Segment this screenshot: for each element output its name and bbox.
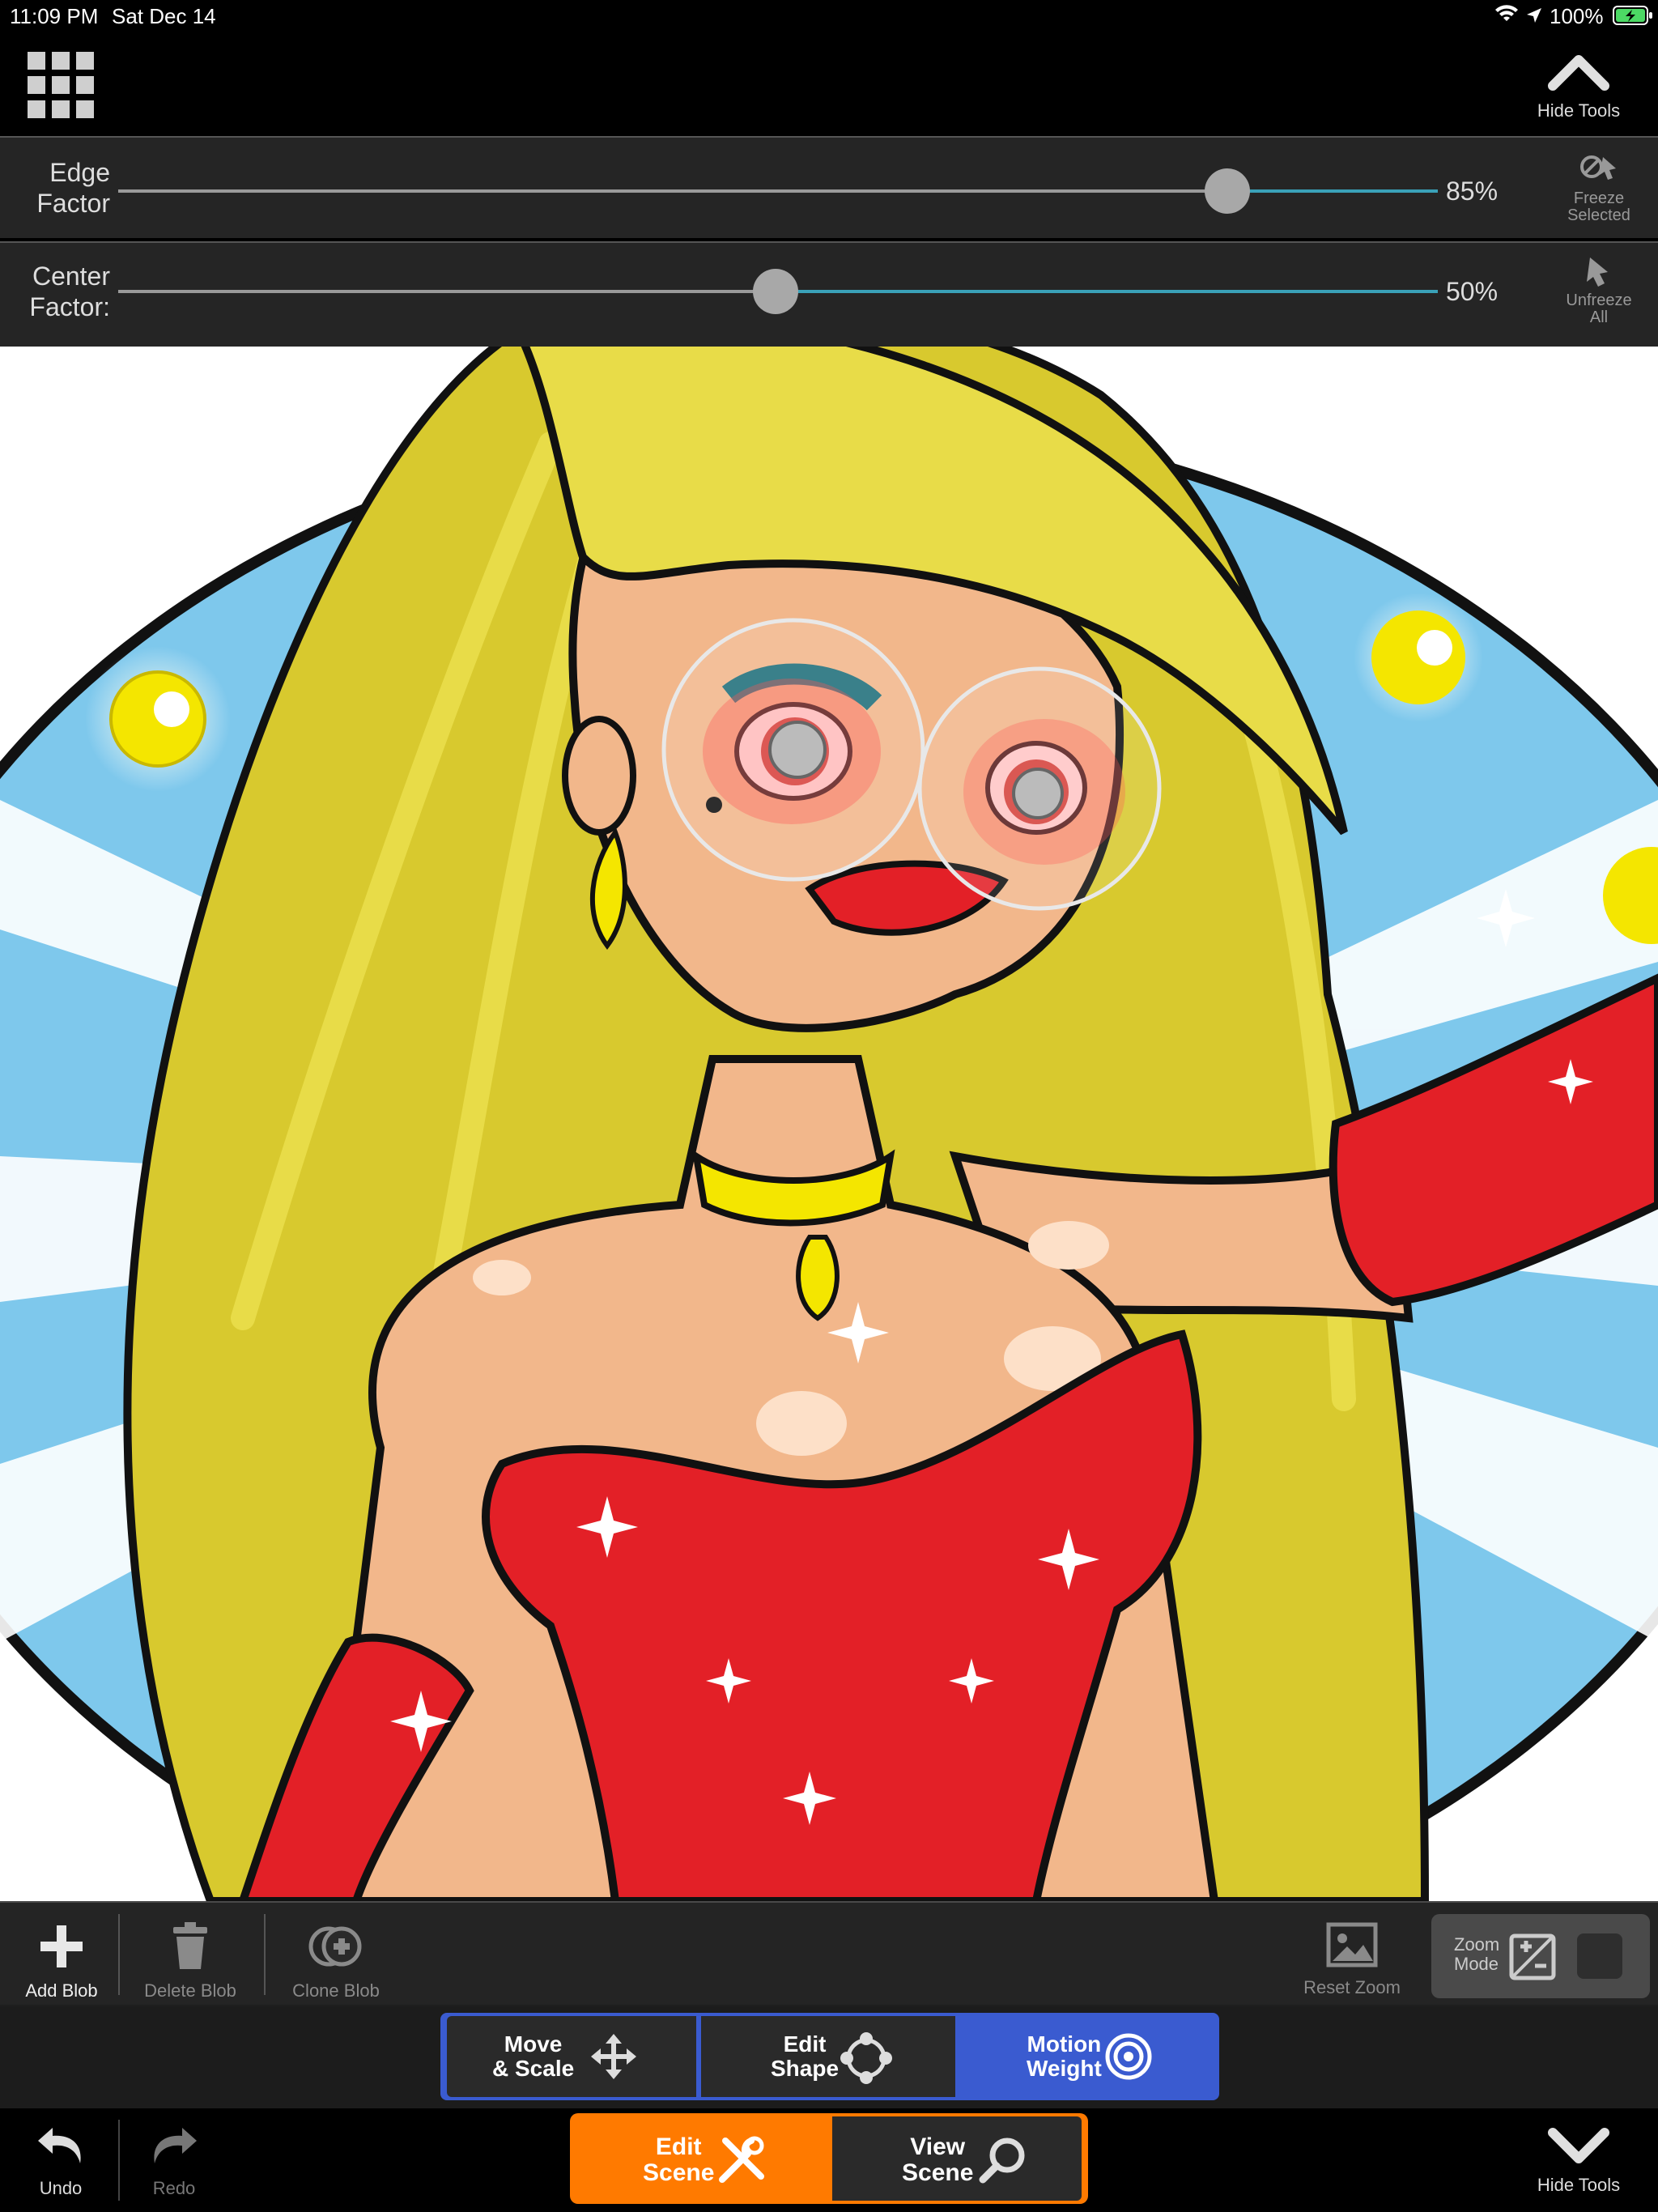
zoom-mode-label: Zoom Mode — [1454, 1934, 1500, 1974]
unfreeze-icon — [1587, 257, 1608, 287]
clone-blob-button[interactable]: Clone Blob — [283, 1922, 389, 2001]
chevron-down-icon — [1548, 2128, 1609, 2163]
tools-icon — [719, 2136, 764, 2183]
edge-factor-row: Edge Factor 85% Freeze Selected — [0, 136, 1658, 238]
redo-label: Redo — [152, 2178, 196, 2198]
bottom-bar: Undo Redo Edit Scene View Scene Hide Tools — [0, 2108, 1658, 2212]
delete-blob-button[interactable]: Delete Blob — [138, 1922, 243, 2001]
redo-icon — [154, 2128, 197, 2163]
delete-blob-label: Delete Blob — [144, 1980, 236, 2001]
center-factor-slider[interactable] — [118, 269, 1438, 314]
scene-canvas[interactable] — [0, 347, 1658, 1901]
edge-factor-label: Edge Factor — [36, 158, 110, 218]
edit-mode-row: Move & Scale Edit Shape Motion Weight — [0, 2005, 1658, 2108]
undo-label: Undo — [39, 2178, 83, 2198]
undo-icon — [38, 2128, 81, 2163]
motion-weight-button[interactable]: Motion Weight — [959, 2016, 1213, 2097]
edit-scene-button[interactable]: Edit Scene — [576, 2116, 829, 2201]
add-blob-button[interactable]: Add Blob — [15, 1922, 108, 2001]
status-bar: 11:09 PM Sat Dec 14 100% — [0, 0, 1658, 32]
battery-icon — [1613, 5, 1653, 32]
move-scale-button[interactable]: Move & Scale — [447, 2016, 696, 2097]
add-blob-label: Add Blob — [25, 1980, 98, 2001]
freeze-selected-button[interactable]: Freeze Selected — [1554, 152, 1643, 224]
zoom-mode-icon — [1509, 1933, 1556, 1980]
center-factor-row: Center Factor: 50% Unfreeze All — [0, 241, 1658, 347]
clone-icon — [308, 1926, 362, 1967]
battery-percent: 100% — [1550, 4, 1604, 28]
hide-tools-bottom-label: Hide Tools — [1537, 2175, 1621, 2195]
edge-factor-slider[interactable] — [118, 168, 1438, 214]
reset-zoom-button[interactable]: Reset Zoom — [1295, 1922, 1409, 1998]
motion-weight-label: Motion Weight — [1027, 2031, 1102, 2081]
hide-tools-top-button[interactable]: Hide Tools — [1522, 52, 1635, 121]
zoom-mode-checkbox[interactable] — [1577, 1933, 1622, 1979]
reset-zoom-label: Reset Zoom — [1303, 1977, 1401, 1997]
image-icon — [1326, 1922, 1378, 1967]
divider — [264, 1914, 266, 1995]
plus-icon — [40, 1925, 83, 1967]
center-factor-label: Center Factor: — [29, 262, 110, 321]
view-scene-label: View Scene — [902, 2133, 974, 2186]
edge-factor-knob[interactable] — [1205, 168, 1250, 214]
edit-shape-button[interactable]: Edit Shape — [701, 2016, 955, 2097]
edit-scene-label: Edit Scene — [643, 2133, 715, 2186]
hide-tools-top-label: Hide Tools — [1537, 100, 1621, 121]
wifi-icon — [1494, 3, 1519, 30]
move-arrows-icon — [591, 2034, 636, 2079]
grid-menu-icon[interactable] — [28, 52, 94, 122]
cartoon-illustration — [0, 347, 1658, 1901]
redo-button[interactable]: Redo — [130, 2123, 219, 2199]
center-factor-value: 50% — [1446, 277, 1499, 306]
trash-icon — [173, 1922, 207, 1969]
view-scene-button[interactable]: View Scene — [832, 2116, 1082, 2201]
edit-shape-label: Edit Shape — [771, 2031, 840, 2081]
chevron-up-icon — [1548, 55, 1609, 91]
center-factor-knob[interactable] — [753, 269, 798, 314]
top-bar: Hide Tools — [0, 32, 1658, 136]
clone-blob-label: Clone Blob — [292, 1980, 380, 2001]
undo-button[interactable]: Undo — [16, 2123, 105, 2199]
magnifier-icon — [979, 2138, 1025, 2184]
edit-shape-icon — [840, 2032, 892, 2084]
move-scale-label: Move & Scale — [492, 2031, 575, 2081]
status-date: Sat Dec 14 — [112, 4, 216, 28]
status-time: 11:09 PM — [10, 4, 99, 28]
unfreeze-all-button[interactable]: Unfreeze All — [1554, 254, 1643, 326]
target-icon — [1105, 2033, 1152, 2080]
freeze-icon — [1580, 155, 1616, 180]
divider — [118, 1914, 120, 1995]
hide-tools-bottom-button[interactable]: Hide Tools — [1522, 2126, 1635, 2196]
blob-tool-row: Add Blob Delete Blob Clone Blob Reset Zo… — [0, 1901, 1658, 2006]
edge-factor-value: 85% — [1446, 177, 1499, 206]
zoom-mode-toggle[interactable]: Zoom Mode — [1431, 1914, 1650, 1998]
divider — [118, 2120, 120, 2201]
location-icon — [1525, 5, 1543, 30]
